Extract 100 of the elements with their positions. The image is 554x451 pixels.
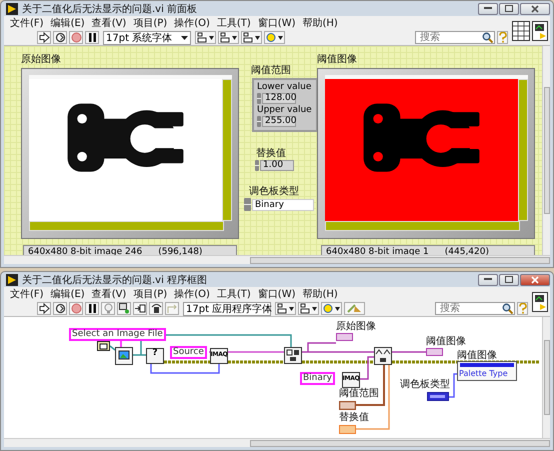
menu-item[interactable]: 操作(O) (174, 16, 210, 30)
vertical-scrollbar[interactable] (542, 46, 550, 255)
minimize-button[interactable] (478, 274, 498, 286)
string-constant[interactable]: Source (170, 346, 207, 359)
path-constant[interactable]: Select an Image File (69, 328, 166, 341)
horizontal-scrollbar[interactable] (325, 221, 520, 231)
menu-item[interactable]: 查看(V) (92, 287, 126, 301)
run-continuously-button[interactable] (53, 31, 67, 44)
increment-arrows-icon[interactable] (257, 116, 261, 127)
numeric-field[interactable]: 128.00 (262, 93, 296, 104)
pixel-coordinates: (596,148) (158, 246, 202, 255)
threshold-node-icon[interactable] (374, 347, 392, 365)
vertical-scrollbar[interactable] (518, 79, 528, 221)
terminal-label: 原始图像 (336, 321, 376, 333)
menu-item[interactable]: 工具(T) (216, 16, 251, 30)
arrow-icon (38, 303, 50, 314)
align-button[interactable] (275, 302, 296, 315)
cluster-terminal-icon[interactable] (339, 401, 356, 410)
increment-arrows-icon[interactable] (257, 93, 261, 104)
horizontal-scrollbar[interactable] (4, 438, 550, 447)
image-terminal-icon[interactable] (426, 348, 443, 356)
pause-icon (86, 32, 98, 43)
maximize-icon (505, 276, 513, 283)
resize-button[interactable] (241, 31, 262, 44)
numeric-field[interactable]: 1.00 (260, 160, 294, 171)
wire (449, 373, 457, 398)
menu-item[interactable]: 编辑(E) (50, 16, 85, 30)
circular-arrows-icon (54, 32, 66, 43)
property-name: Palette Type (458, 368, 509, 379)
distribute-button[interactable] (218, 31, 239, 44)
menu-item[interactable]: 窗口(W) (258, 287, 296, 301)
step-over-button[interactable] (149, 302, 163, 315)
control-label: 原始图像 (21, 54, 61, 66)
font-dropdown[interactable]: 17pt 系统字体 (103, 30, 191, 44)
control-label: 替换值 (256, 148, 286, 160)
pause-button[interactable] (85, 31, 99, 44)
menu-item[interactable]: 查看(V) (92, 16, 126, 30)
horizontal-scrollbar[interactable] (4, 255, 550, 264)
connector-pane-icon (512, 20, 530, 40)
enum-terminal-icon[interactable] (427, 392, 449, 401)
menu-item[interactable]: 项目(P) (133, 16, 168, 30)
vertical-scrollbar[interactable] (542, 317, 550, 438)
function-node[interactable]: ? (146, 348, 164, 364)
reorder-icon (322, 303, 340, 314)
reorder-button[interactable] (321, 302, 342, 315)
terminal-label: 阈值图像 (426, 336, 466, 348)
folder-icon[interactable] (97, 341, 110, 351)
align-icon (276, 303, 294, 314)
step-into-button[interactable] (133, 302, 147, 315)
numeric-field[interactable]: 255.00 (262, 116, 296, 127)
maximize-button[interactable] (499, 2, 519, 14)
menu-item[interactable]: 文件(F) (10, 287, 44, 301)
retain-wire-values-button[interactable] (117, 302, 131, 315)
terminal-label: 替换值 (339, 412, 369, 424)
stop-icon (70, 303, 82, 314)
close-button[interactable] (520, 2, 550, 14)
run-button[interactable] (37, 31, 51, 44)
menu-item[interactable]: 工具(T) (216, 287, 251, 301)
file-dialog-node-icon[interactable] (115, 347, 133, 365)
menu-item[interactable]: 帮助(H) (302, 287, 338, 301)
step-icon (166, 303, 178, 314)
menu-item[interactable]: 帮助(H) (302, 16, 338, 30)
pause-button[interactable] (85, 302, 99, 315)
menu-item[interactable]: 文件(F) (10, 16, 44, 30)
menu-item[interactable]: 编辑(E) (50, 287, 85, 301)
image-terminal-icon[interactable] (336, 333, 353, 341)
menu-item[interactable]: 窗口(W) (258, 16, 296, 30)
menu-item[interactable]: 操作(O) (174, 287, 210, 301)
circular-arrows-icon (54, 303, 66, 314)
reorder-button[interactable] (264, 31, 285, 44)
search-icon (482, 32, 493, 43)
increment-arrows-icon[interactable] (244, 198, 251, 211)
distribute-button[interactable] (298, 302, 319, 315)
run-continuously-button[interactable] (53, 302, 67, 315)
search-field[interactable]: 搜索 (415, 31, 495, 44)
close-button[interactable] (520, 274, 550, 286)
image-copy-node-icon[interactable] (284, 347, 302, 364)
menu-item[interactable]: 项目(P) (133, 287, 168, 301)
image-info: 640x480 8-bit image 1 (326, 246, 429, 255)
stop-icon (70, 32, 82, 43)
bulb-icon (102, 303, 114, 314)
wire (392, 351, 426, 353)
maximize-button[interactable] (499, 274, 519, 286)
align-button[interactable] (195, 31, 216, 44)
distribute-icon (220, 32, 238, 43)
run-button[interactable] (37, 302, 51, 315)
increment-arrows-icon[interactable] (255, 160, 259, 171)
string-constant[interactable]: Binary (300, 372, 335, 385)
control-label: 调色板类型 (249, 186, 299, 198)
arrow-icon (38, 32, 50, 43)
palette-type-ring[interactable]: Binary (252, 198, 314, 210)
resize-icon (242, 32, 260, 43)
font-dropdown[interactable]: 17pt 应用程序字体 (183, 302, 271, 316)
window-title: 关于二值化后无法显示的问题.vi 前面板 (22, 2, 198, 16)
horizontal-scrollbar[interactable] (29, 221, 224, 231)
terminal-label: 阈值图像 (457, 350, 497, 362)
search-field[interactable]: 搜索 (435, 302, 515, 315)
minimize-button[interactable] (478, 2, 498, 14)
property-node[interactable]: Palette Type (457, 361, 517, 381)
vertical-scrollbar[interactable] (222, 79, 232, 221)
